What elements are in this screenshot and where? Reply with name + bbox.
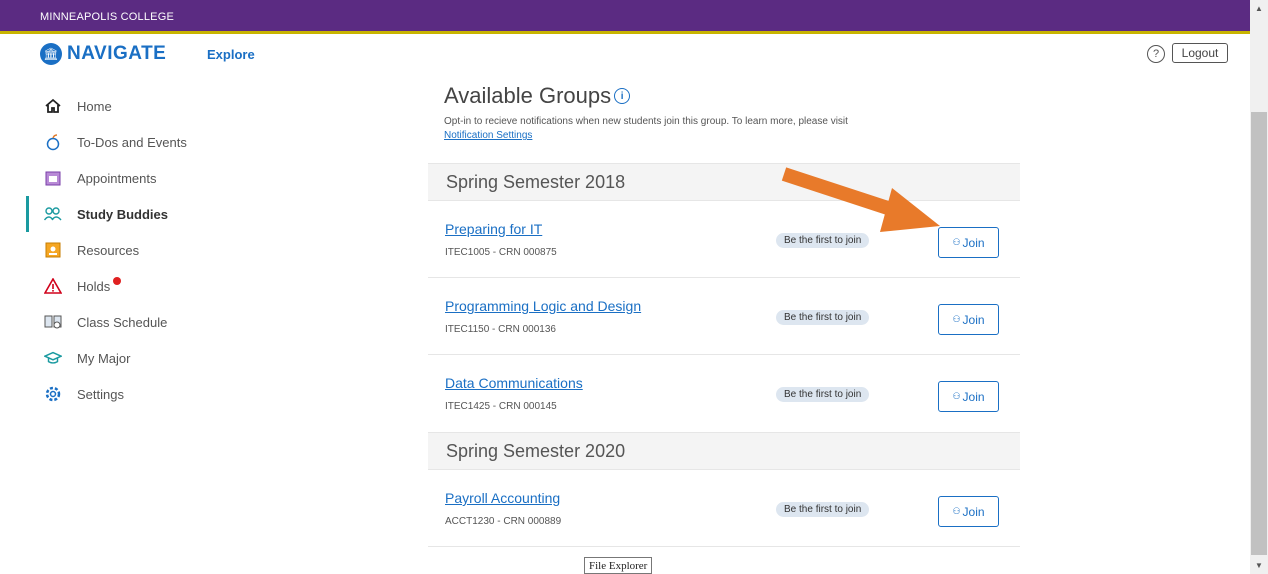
- sidebar-item-label: To-Dos and Events: [77, 134, 187, 150]
- warning-icon: [44, 277, 62, 295]
- sidebar-item-study-buddies[interactable]: Study Buddies: [26, 196, 286, 232]
- status-badge: Be the first to join: [776, 387, 870, 402]
- sidebar-item-label: Settings: [77, 386, 124, 402]
- join-button[interactable]: ⚇ Join: [938, 227, 999, 258]
- graduation-cap-icon: [44, 349, 62, 367]
- join-label: Join: [962, 389, 985, 404]
- people-icon: ⚇: [952, 237, 961, 247]
- group-name-link[interactable]: Preparing for IT: [445, 221, 542, 237]
- status-badge: Be the first to join: [776, 233, 870, 248]
- sidebar-item-label: Class Schedule: [77, 314, 168, 330]
- sidebar-item-home[interactable]: Home: [26, 88, 286, 124]
- app-header: 🏛 NAVIGATE Explore ? Logout: [0, 37, 1250, 73]
- logo-icon: 🏛: [40, 43, 62, 65]
- sidebar-item-settings[interactable]: Settings: [26, 376, 286, 412]
- group-name-link[interactable]: Programming Logic and Design: [445, 298, 641, 314]
- sidebar-item-label: Home: [77, 98, 112, 114]
- sidebar-item-label: Holds: [77, 278, 111, 294]
- file-explorer-tooltip: File Explorer: [584, 557, 653, 574]
- group-code: ITEC1150 - CRN 000136: [445, 324, 556, 335]
- semester-header: Spring Semester 2018: [428, 163, 1020, 201]
- groups-header: Available Groups i Opt-in to recieve not…: [428, 73, 1020, 163]
- join-button[interactable]: ⚇ Join: [938, 381, 999, 412]
- logout-button[interactable]: Logout: [1172, 43, 1228, 63]
- page-title-text: Available Groups: [444, 83, 612, 108]
- join-label: Join: [962, 312, 985, 327]
- page-scrollbar[interactable]: ▲ ▼: [1250, 0, 1268, 574]
- group-code: ITEC1425 - CRN 000145: [445, 401, 557, 412]
- sidebar-item-label: My Major: [77, 350, 131, 366]
- status-badge: Be the first to join: [776, 310, 870, 325]
- description-text: Opt-in to recieve notifications when new…: [444, 116, 848, 127]
- group-code: ACCT1230 - CRN 000889: [445, 516, 562, 527]
- group-row: Data Communications ITEC1425 - CRN 00014…: [428, 355, 1020, 432]
- book-icon: [44, 313, 62, 331]
- status-badge: Be the first to join: [776, 502, 870, 517]
- apple-icon: [44, 133, 62, 151]
- sidebar-item-my-major[interactable]: My Major: [26, 340, 286, 376]
- gear-icon: [44, 385, 62, 403]
- notification-settings-link[interactable]: Notification Settings: [444, 130, 532, 141]
- home-icon: [44, 97, 62, 115]
- institution-bar: MINNEAPOLIS COLLEGE: [0, 0, 1250, 34]
- group-name-link[interactable]: Data Communications: [445, 375, 583, 391]
- sidebar-nav: Home To-Dos and Events Appointments Stud…: [26, 88, 286, 412]
- people-icon: ⚇: [952, 506, 961, 516]
- logo-text: NAVIGATE: [67, 43, 167, 64]
- group-row: Programming Logic and Design ITEC1150 - …: [428, 278, 1020, 355]
- group-name-link[interactable]: Payroll Accounting: [445, 490, 560, 506]
- page-title: Available Groups i: [444, 83, 1004, 109]
- help-icon[interactable]: ?: [1147, 45, 1165, 63]
- semester-header: Spring Semester 2020: [428, 432, 1020, 470]
- scroll-down-arrow-icon[interactable]: ▼: [1250, 557, 1268, 574]
- join-button[interactable]: ⚇ Join: [938, 304, 999, 335]
- resources-icon: [44, 241, 62, 259]
- sidebar-item-label: Resources: [77, 242, 140, 258]
- sidebar-item-label: Study Buddies: [77, 206, 169, 222]
- sidebar-item-label: Appointments: [77, 170, 157, 186]
- sidebar-item-appointments[interactable]: Appointments: [26, 160, 286, 196]
- calendar-icon: [44, 169, 62, 187]
- join-label: Join: [962, 504, 985, 519]
- institution-name: MINNEAPOLIS COLLEGE: [40, 11, 175, 23]
- groups-description: Opt-in to recieve notifications when new…: [444, 115, 1004, 143]
- explore-link[interactable]: Explore: [207, 47, 255, 62]
- available-groups-panel: Available Groups i Opt-in to recieve not…: [428, 73, 1020, 574]
- group-row: Payroll Accounting ACCT1230 - CRN 000889…: [428, 470, 1020, 547]
- navigate-logo[interactable]: 🏛 NAVIGATE: [40, 41, 166, 67]
- people-icon: ⚇: [952, 391, 961, 401]
- info-icon[interactable]: i: [614, 88, 631, 104]
- sidebar-item-class-schedule[interactable]: Class Schedule: [26, 304, 286, 340]
- join-label: Join: [962, 235, 985, 250]
- hold-alert-dot: [113, 277, 122, 285]
- group-row: Preparing for IT ITEC1005 - CRN 000875 B…: [428, 201, 1020, 278]
- group-code: ITEC1005 - CRN 000875: [445, 247, 557, 258]
- sidebar-item-todos[interactable]: To-Dos and Events: [26, 124, 286, 160]
- join-button[interactable]: ⚇ Join: [938, 496, 999, 527]
- scroll-up-arrow-icon[interactable]: ▲: [1250, 0, 1268, 17]
- sidebar-item-holds[interactable]: Holds: [26, 268, 286, 304]
- scroll-thumb[interactable]: [1251, 112, 1267, 555]
- people-icon: ⚇: [952, 314, 961, 324]
- sidebar-item-resources[interactable]: Resources: [26, 232, 286, 268]
- people-icon: [44, 205, 62, 223]
